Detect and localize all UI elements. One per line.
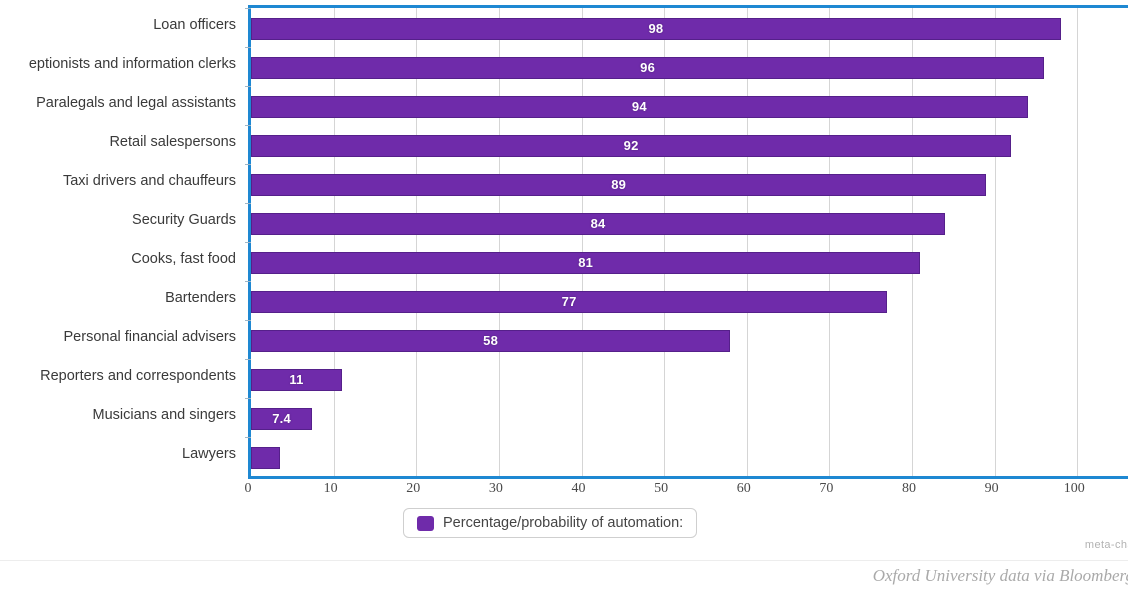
bar[interactable]: 92 — [251, 134, 1012, 157]
bar-value-label: 98 — [648, 21, 664, 36]
x-tick-label: 10 — [323, 481, 338, 496]
bar[interactable]: 98 — [251, 17, 1061, 40]
legend-swatch-icon — [417, 515, 434, 531]
footer-divider — [0, 560, 1128, 561]
x-tick-label: 60 — [736, 481, 751, 496]
bar[interactable]: 7.4 — [251, 407, 313, 430]
x-tick-label: 70 — [819, 481, 834, 496]
bar-value-label: 7.4 — [272, 411, 291, 426]
category-label: Lawyers — [182, 445, 236, 462]
bar[interactable]: 11 — [251, 368, 342, 391]
bar-value-label: 11 — [289, 372, 304, 387]
bar-value-label: 92 — [623, 138, 639, 153]
chart-container: Loan officers eptionists and information … — [0, 0, 1128, 551]
bar[interactable]: 77 — [251, 290, 888, 313]
bar-series: 98 96 94 92 89 84 81 77 58 11 7.4 — [245, 8, 1128, 476]
category-label: Paralegals and legal assistants — [36, 94, 236, 111]
category-label: Taxi drivers and chauffeurs — [62, 172, 236, 189]
bar-value-label: 77 — [561, 294, 577, 309]
meta-chart-watermark: meta-char — [1084, 539, 1128, 551]
axis-tick — [245, 86, 251, 87]
x-tick-label: 30 — [488, 481, 503, 496]
bar-value-label: 94 — [631, 99, 647, 114]
bar-value-label: 96 — [640, 60, 656, 75]
axis-tick — [245, 398, 251, 399]
category-label: Retail salespersons — [109, 133, 236, 150]
plot-area: 98 96 94 92 89 84 81 77 58 11 7.4 — [245, 5, 1128, 479]
bar[interactable] — [251, 446, 280, 469]
category-label: Cooks, fast food — [131, 250, 236, 267]
x-tick-label: 50 — [654, 481, 669, 496]
axis-tick — [245, 437, 251, 438]
bar[interactable]: 89 — [251, 173, 987, 196]
axis-tick — [245, 203, 251, 204]
axis-tick — [245, 47, 251, 48]
category-label: Personal financial advisers — [63, 328, 236, 345]
source-credit: Oxford University data via Bloomberg — [872, 566, 1128, 585]
chart-legend[interactable]: Percentage/probability of automation: — [403, 508, 698, 538]
bar[interactable]: 58 — [251, 329, 731, 352]
axis-tick — [245, 359, 251, 360]
category-label: Musicians and singers — [92, 406, 236, 423]
axis-tick — [245, 320, 251, 321]
bar[interactable]: 94 — [251, 95, 1028, 118]
category-label: Reporters and correspondents — [40, 367, 236, 384]
axis-tick — [245, 8, 251, 9]
bar-value-label: 84 — [590, 216, 606, 231]
x-tick-label: 40 — [571, 481, 586, 496]
bar[interactable]: 96 — [251, 56, 1045, 79]
category-label: Security Guards — [132, 211, 236, 228]
bar-value-label: 89 — [611, 177, 627, 192]
legend-label: Percentage/probability of automation: — [443, 515, 684, 531]
axis-tick — [245, 164, 251, 165]
value-axis-labels: 0 10 20 30 40 50 60 70 80 90 100 — [244, 481, 1128, 505]
category-label: eptionists and information clerks — [28, 55, 236, 72]
bar-value-label: 58 — [483, 333, 499, 348]
category-label: Bartenders — [165, 289, 236, 306]
category-axis-labels: Loan officers eptionists and information … — [0, 5, 242, 479]
x-tick-label: 0 — [244, 481, 252, 496]
bar[interactable]: 81 — [251, 251, 921, 274]
category-label: Loan officers — [153, 16, 236, 33]
bar[interactable]: 84 — [251, 212, 946, 235]
axis-tick — [245, 125, 251, 126]
x-tick-label: 80 — [902, 481, 917, 496]
bar-value-label: 81 — [578, 255, 594, 270]
x-tick-label: 20 — [406, 481, 421, 496]
x-tick-label: 90 — [984, 481, 999, 496]
axis-tick — [245, 281, 251, 282]
x-tick-label: 100 — [1063, 481, 1085, 496]
axis-tick — [245, 242, 251, 243]
